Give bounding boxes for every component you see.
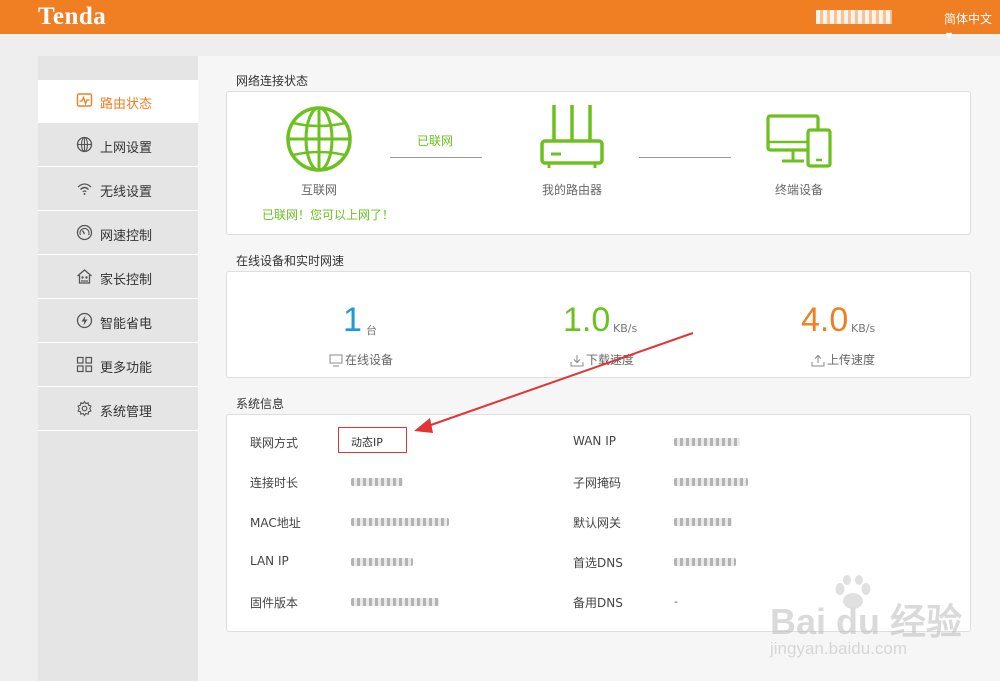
watermark-url: jingyan.baidu.com	[770, 639, 908, 658]
baidu-watermark: Bai du 经验 jingyan.baidu.com	[770, 575, 995, 670]
watermark-brand: Bai du 经验	[770, 601, 963, 642]
